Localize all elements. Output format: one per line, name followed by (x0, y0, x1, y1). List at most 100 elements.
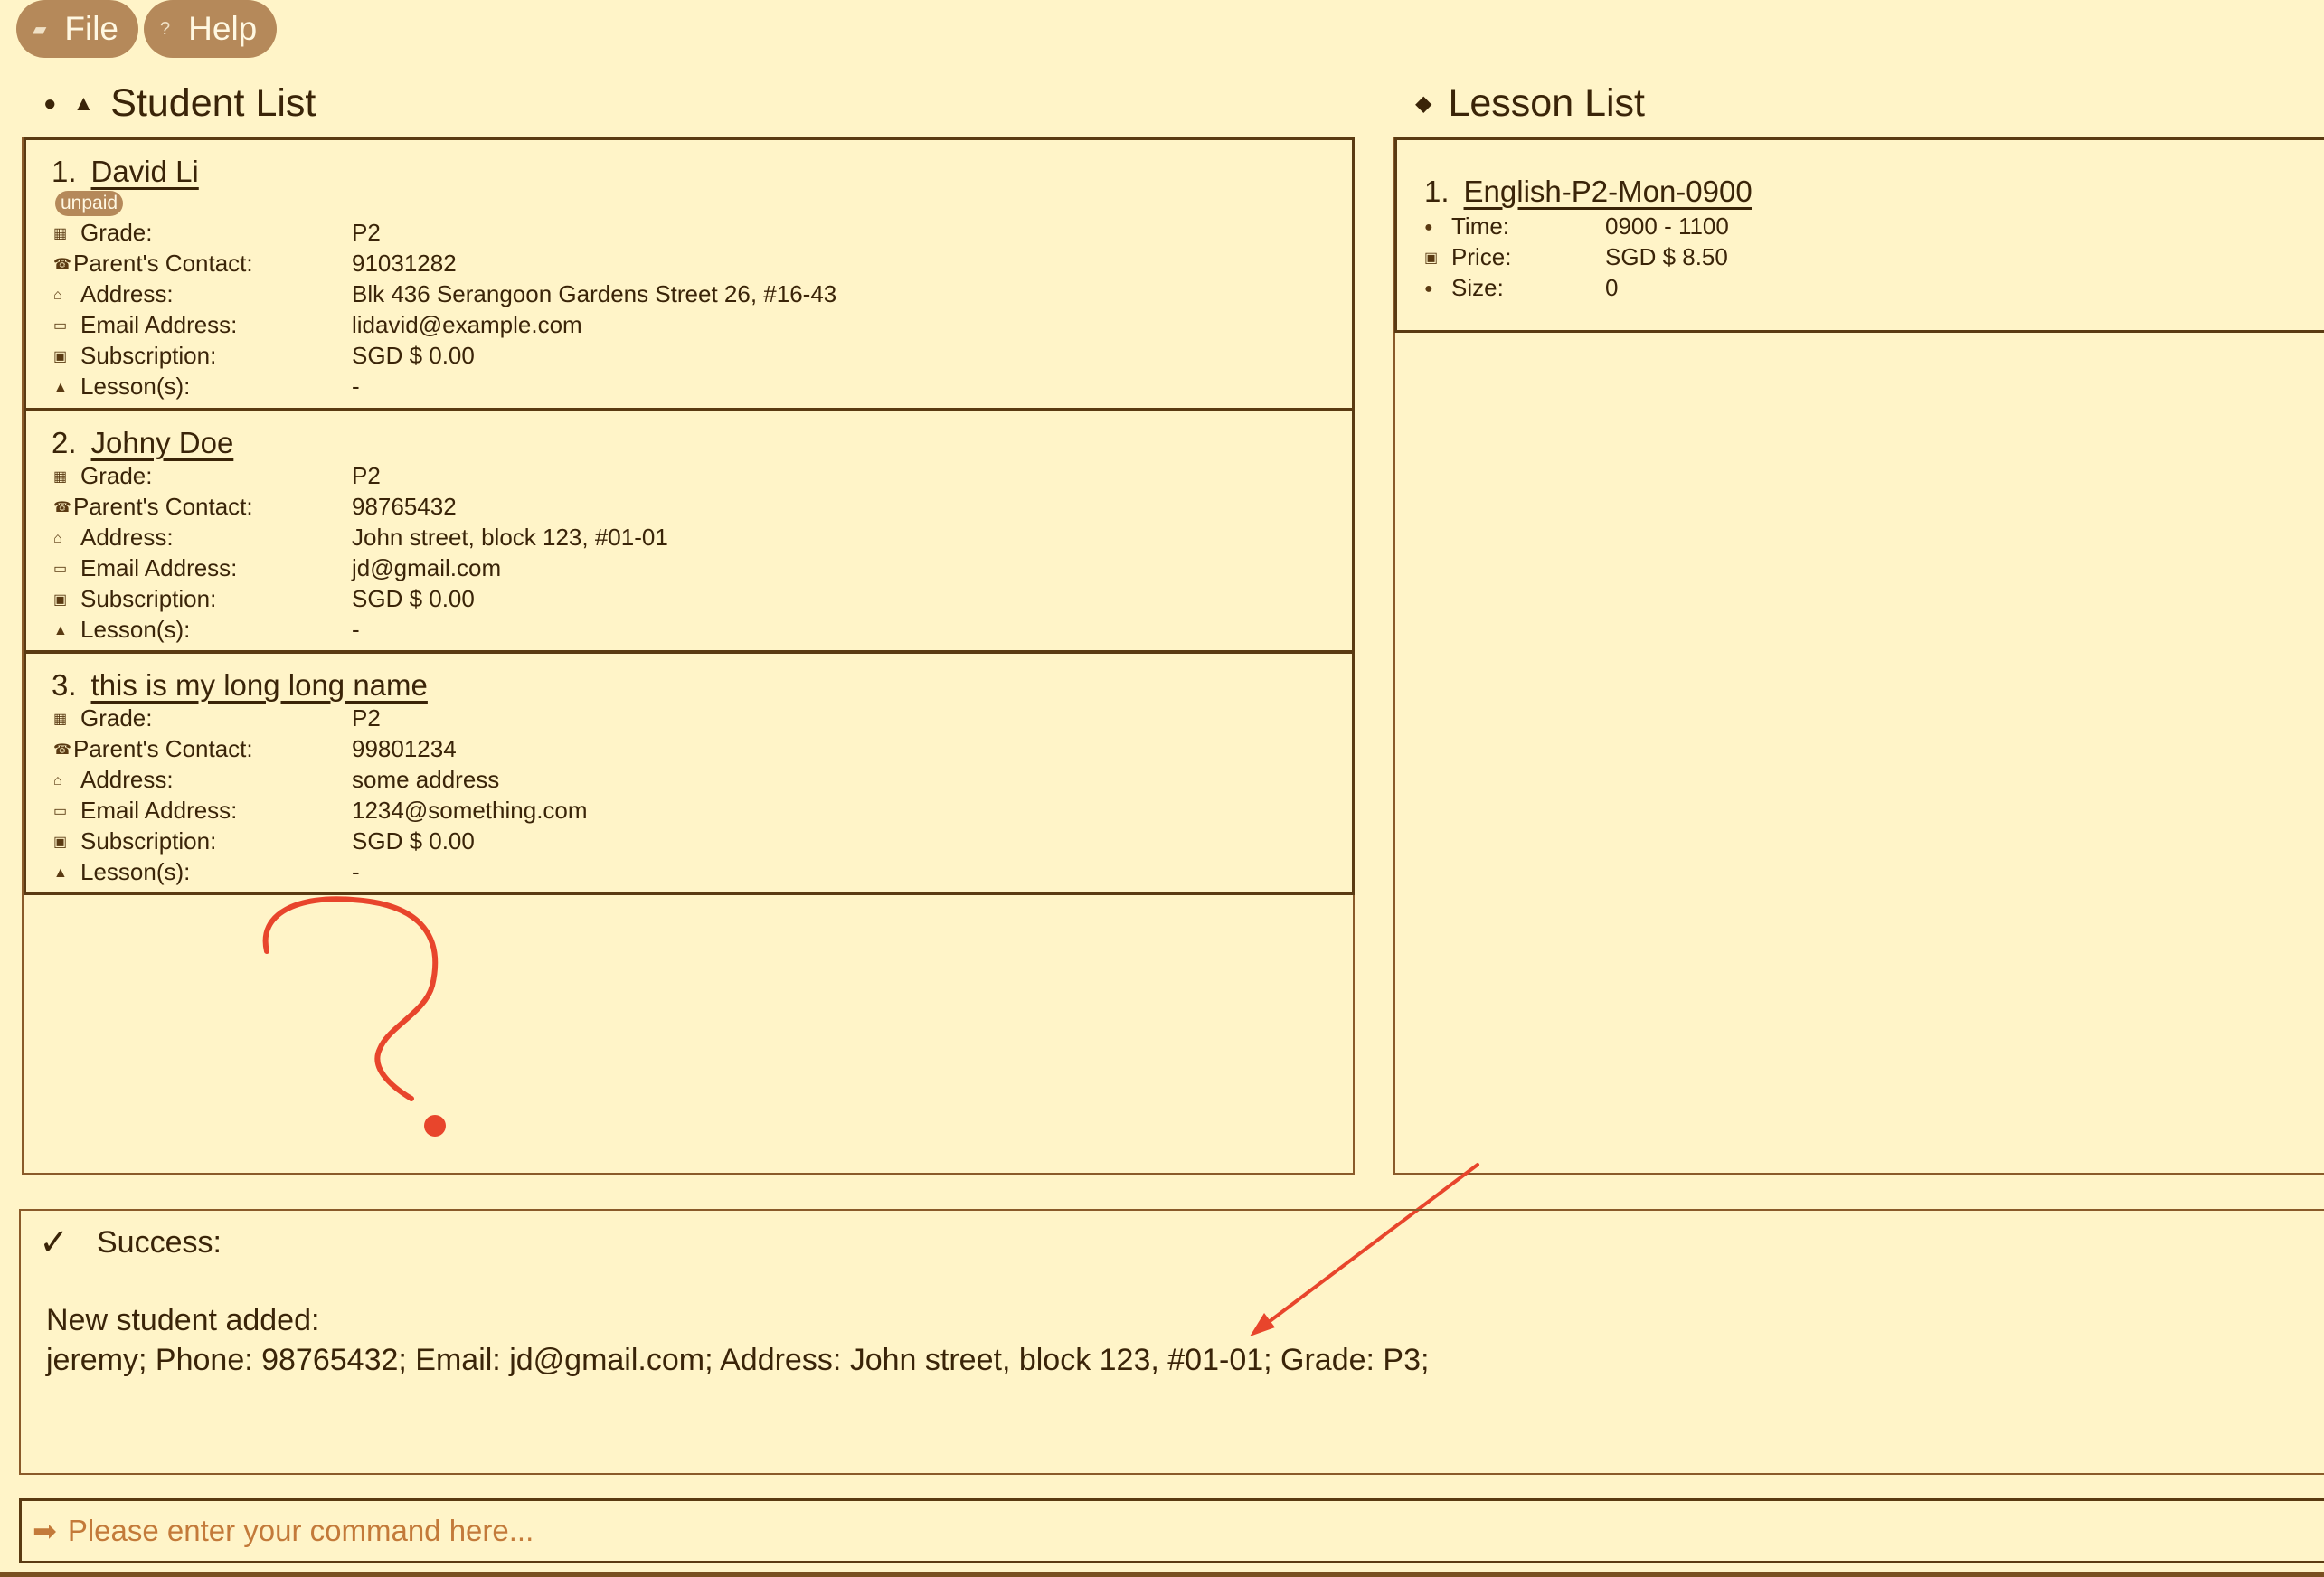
lesson-card[interactable]: 1. English-P2-Mon-0900 ● Time: 0900 - 1100… (1394, 137, 2324, 333)
student-icon: ▲ (72, 90, 95, 116)
email-icon: ▭ (53, 804, 68, 820)
student-card-heading: 2. Johny Doe (52, 426, 233, 460)
student-email-row: ▭ Email Address: 1234@something.com (53, 795, 1319, 826)
field-value: 91031282 (352, 250, 457, 277)
student-contact-row: ☎ Parent's Contact: 98765432 (53, 491, 1319, 522)
lesson-size-row: ● Size: 0 (1424, 272, 2324, 303)
field-label: Price: (1451, 243, 1512, 270)
command-input[interactable] (65, 1513, 2240, 1549)
money-icon: ▣ (53, 349, 68, 365)
field-value: lidavid@example.com (352, 311, 582, 338)
bell-icon: ▲ (53, 380, 68, 396)
email-icon: ▭ (53, 562, 68, 578)
field-label: Email Address: (80, 311, 238, 338)
file-menu-button[interactable]: ▰ File (16, 0, 139, 58)
student-grade-row: ▦ Grade: P2 (53, 217, 1319, 248)
email-icon: ▭ (53, 318, 68, 335)
field-label: Lesson(s): (80, 373, 191, 400)
student-list-title: Student List (110, 81, 316, 125)
field-value: some address (352, 766, 500, 793)
bottom-border (0, 1572, 2324, 1577)
money-icon: ▣ (53, 592, 68, 609)
bell-icon: ▲ (53, 623, 68, 639)
grade-icon: ▦ (53, 469, 68, 486)
field-value: SGD $ 0.00 (352, 827, 475, 855)
result-title: Success: (97, 1225, 222, 1260)
lesson-index: 1. (1424, 175, 1450, 208)
student-index: 3. (52, 668, 77, 702)
student-subscription-row: ▣ Subscription: SGD $ 0.00 (53, 583, 1319, 614)
student-address-row: ⌂ Address: John street, block 123, #01-01 (53, 522, 1319, 552)
student-email-row: ▭ Email Address: lidavid@example.com (53, 309, 1319, 340)
student-tag-badge: unpaid (55, 191, 124, 216)
student-grade-row: ▦ Grade: P2 (53, 460, 1319, 491)
result-line-2: jeremy; Phone: 98765432; Email: jd@gmail… (46, 1343, 1430, 1377)
field-label: Subscription: (80, 342, 217, 369)
student-card[interactable]: 1. David Li unpaid ▦ Grade: P2 ☎ Parent's C… (24, 137, 1355, 411)
field-value: Blk 436 Serangoon Gardens Street 26, #16… (352, 280, 837, 307)
menu-bar: ▰ File ? Help (16, 0, 278, 60)
field-value: 0 (1605, 274, 1619, 301)
field-label: Parent's Contact: (73, 250, 253, 277)
cup-icon: ● (43, 90, 57, 116)
student-name: this is my long long name (90, 668, 428, 702)
student-list-header: ● ▲ Student List (43, 81, 316, 126)
money-icon: ▣ (53, 835, 68, 851)
field-label: Parent's Contact: (73, 735, 253, 762)
field-label: Size: (1451, 274, 1504, 301)
student-lessons-row: ▲ Lesson(s): - (53, 856, 1319, 887)
field-value: jd@gmail.com (352, 554, 502, 581)
result-line-1: New student added: (46, 1303, 320, 1337)
field-label: Parent's Contact: (73, 493, 253, 520)
lesson-time-row: ● Time: 0900 - 1100 (1424, 211, 2324, 241)
field-label: Time: (1451, 212, 1510, 240)
field-value: 99801234 (352, 735, 457, 762)
field-label: Email Address: (80, 554, 238, 581)
student-email-row: ▭ Email Address: jd@gmail.com (53, 552, 1319, 583)
student-contact-row: ☎ Parent's Contact: 99801234 (53, 733, 1319, 764)
money-icon: ▣ (1424, 250, 1439, 267)
student-index: 2. (52, 426, 77, 459)
field-value: P2 (352, 704, 381, 732)
field-label: Subscription: (80, 585, 217, 612)
field-value: P2 (352, 219, 381, 246)
student-address-row: ⌂ Address: some address (53, 764, 1319, 795)
home-icon: ⌂ (53, 531, 62, 547)
arrow-right-icon: ➡ (33, 1515, 57, 1547)
student-subscription-row: ▣ Subscription: SGD $ 0.00 (53, 340, 1319, 371)
field-value: 0900 - 1100 (1605, 212, 1729, 240)
help-icon: ? (160, 18, 171, 39)
lesson-card-heading: 1. English-P2-Mon-0900 (1424, 175, 1752, 209)
student-card-heading: 3. this is my long long name (52, 668, 428, 703)
help-menu-button[interactable]: ? Help (144, 0, 278, 58)
field-value: - (352, 616, 360, 643)
student-card[interactable]: 3. this is my long long name ▦ Grade: P2 ☎… (24, 651, 1355, 895)
student-grade-row: ▦ Grade: P2 (53, 703, 1319, 733)
student-lessons-row: ▲ Lesson(s): - (53, 371, 1319, 401)
field-value: SGD $ 0.00 (352, 585, 475, 612)
student-card[interactable]: 2. Johny Doe ▦ Grade: P2 ☎ Parent's Contact… (24, 409, 1355, 653)
field-label: Address: (80, 766, 174, 793)
command-box[interactable]: ➡ (19, 1498, 2324, 1563)
home-icon: ⌂ (53, 288, 62, 304)
grade-icon: ▦ (53, 226, 68, 242)
graduation-cap-icon: ◆ (1415, 91, 1432, 116)
student-contact-row: ☎ Parent's Contact: 91031282 (53, 248, 1319, 279)
field-value: SGD $ 8.50 (1605, 243, 1728, 270)
lesson-name: English-P2-Mon-0900 (1463, 175, 1752, 208)
lesson-price-row: ▣ Price: SGD $ 8.50 (1424, 241, 2324, 272)
field-value: SGD $ 0.00 (352, 342, 475, 369)
student-lessons-row: ▲ Lesson(s): - (53, 614, 1319, 645)
field-value: 1234@something.com (352, 797, 588, 824)
clock-icon: ● (1424, 220, 1433, 236)
student-index: 1. (52, 155, 77, 188)
field-value: P2 (352, 462, 381, 489)
file-menu-label: File (64, 10, 119, 47)
field-label: Lesson(s): (80, 858, 191, 885)
field-label: Subscription: (80, 827, 217, 855)
checkmark-icon: ✓ (39, 1223, 70, 1262)
field-label: Grade: (80, 704, 153, 732)
field-value: - (352, 858, 360, 885)
field-label: Grade: (80, 462, 153, 489)
field-value: - (352, 373, 360, 400)
